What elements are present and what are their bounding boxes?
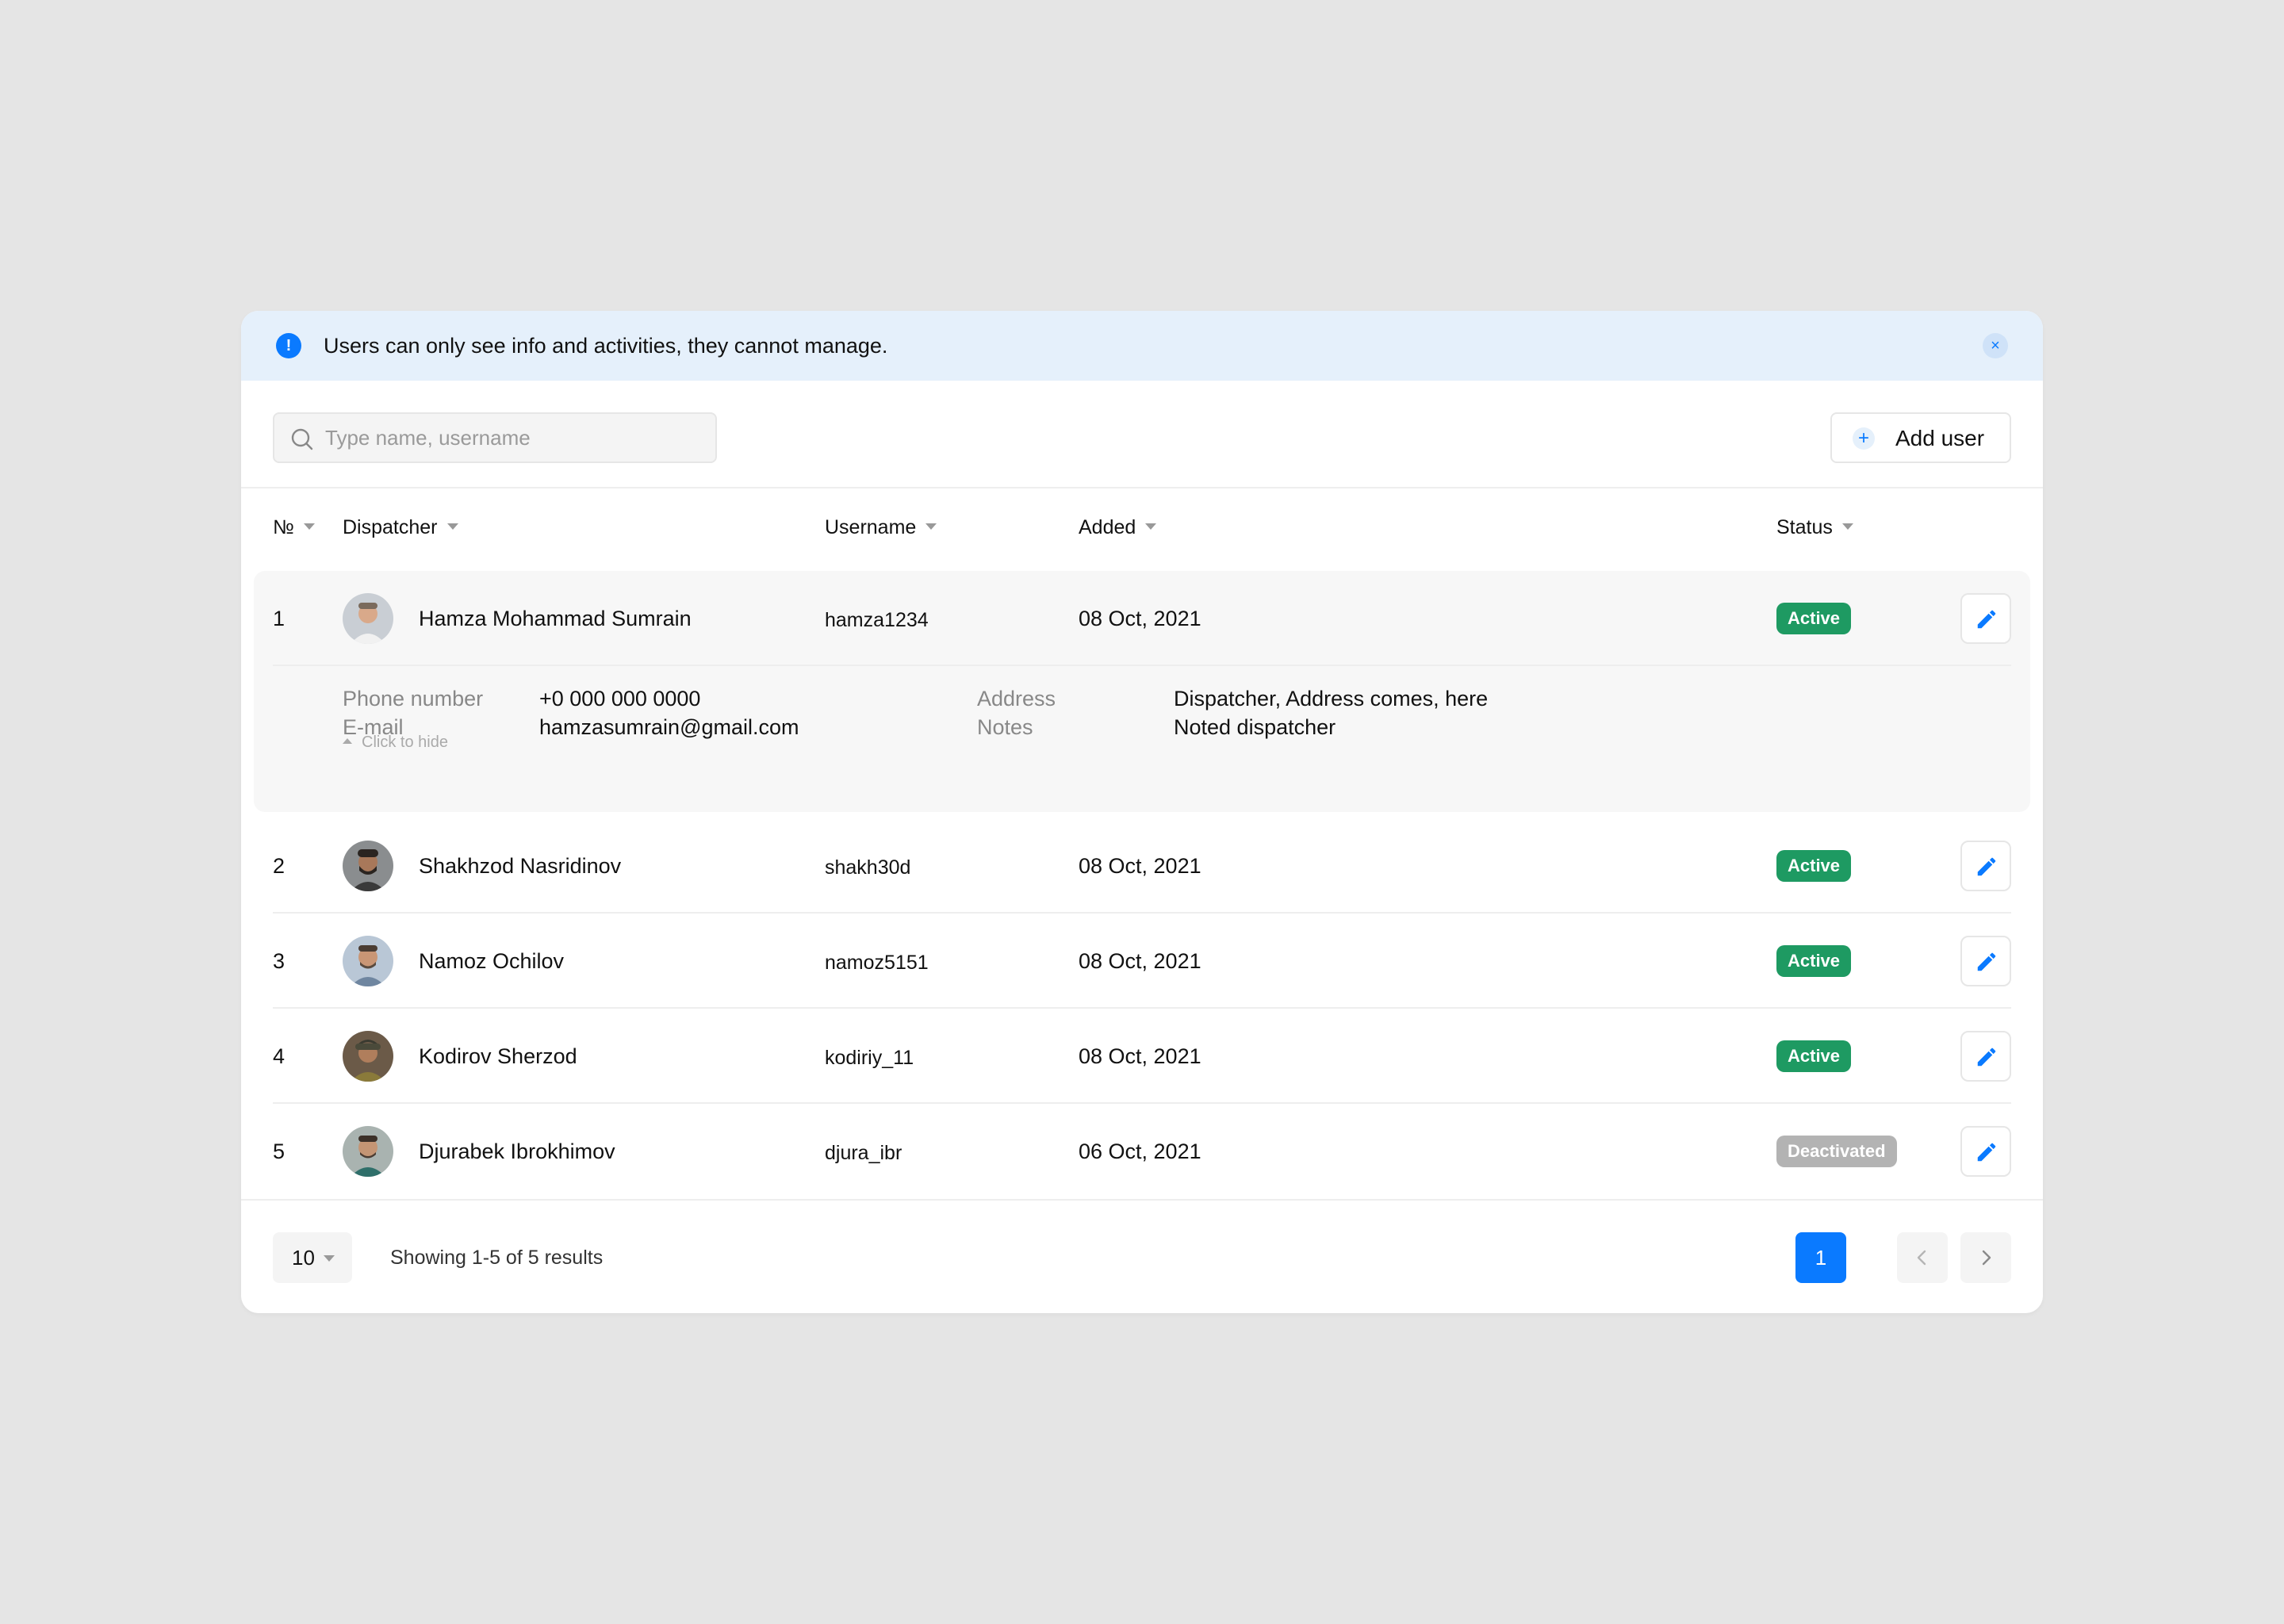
info-icon: ! — [276, 333, 301, 358]
header-status[interactable]: Status — [1776, 515, 1853, 539]
pencil-icon — [1977, 857, 1996, 876]
caret-down-icon — [303, 523, 315, 530]
next-page-button[interactable] — [1960, 1232, 2011, 1283]
close-icon[interactable]: × — [1983, 333, 2008, 358]
info-banner: ! Users can only see info and activities… — [241, 311, 2043, 381]
edit-button[interactable] — [1960, 936, 2011, 986]
dispatcher-name: Djurabek Ibrokhimov — [419, 1139, 615, 1163]
avatar — [343, 1126, 393, 1177]
edit-button[interactable] — [1960, 1031, 2011, 1082]
email-value: hamzasumrain@gmail.com — [539, 715, 799, 739]
table-header: № Dispatcher Username Added Status — [241, 488, 2043, 565]
username: djura_ibr — [825, 1142, 902, 1164]
username: namoz5151 — [825, 952, 929, 974]
page-button-current[interactable]: 1 — [1795, 1232, 1846, 1283]
edit-button[interactable] — [1960, 841, 2011, 891]
caret-down-icon — [925, 523, 937, 530]
notes-value: Noted dispatcher — [1174, 715, 1336, 739]
table-row[interactable]: 3 Namoz Ochilov namoz5151 08 Oct, 2021 A… — [241, 914, 2043, 1009]
dispatcher-name: Shakhzod Nasridinov — [419, 854, 622, 878]
search-box[interactable] — [273, 412, 717, 463]
row-details: Phone number +0 000 000 0000 E-mail hamz… — [241, 666, 2043, 812]
header-added[interactable]: Added — [1079, 515, 1157, 539]
status-badge: Active — [1776, 945, 1852, 977]
row-number: 1 — [273, 607, 286, 630]
results-summary: Showing 1-5 of 5 results — [390, 1247, 604, 1269]
click-to-hide-link[interactable]: Click to hide — [343, 733, 448, 752]
username: kodiriy_11 — [825, 1047, 914, 1069]
phone-value: +0 000 000 0000 — [539, 687, 701, 710]
table-row[interactable]: 5 Djurabek Ibrokhimov djura_ibr 06 Oct, … — [241, 1104, 2043, 1199]
added-date: 08 Oct, 2021 — [1079, 1044, 1201, 1068]
chevron-left-icon — [1917, 1250, 1926, 1266]
banner-message: Users can only see info and activities, … — [324, 334, 888, 358]
pencil-icon — [1977, 610, 1996, 629]
address-value: Dispatcher, Address comes, here — [1174, 687, 1489, 710]
added-date: 08 Oct, 2021 — [1079, 607, 1201, 630]
pencil-icon — [1977, 952, 1996, 971]
plus-icon: + — [1853, 427, 1875, 450]
avatar — [343, 593, 393, 644]
per-page-value: 10 — [292, 1246, 315, 1270]
search-icon — [291, 428, 313, 450]
chevron-right-icon — [1982, 1250, 1991, 1266]
toolbar: + Add user — [241, 381, 2043, 488]
status-badge: Active — [1776, 850, 1852, 882]
header-number[interactable]: № — [273, 515, 315, 539]
dispatcher-name: Hamza Mohammad Sumrain — [419, 607, 692, 630]
notes-label: Notes — [977, 715, 1033, 739]
prev-page-button[interactable] — [1897, 1232, 1948, 1283]
status-badge: Deactivated — [1776, 1136, 1897, 1167]
row-number: 2 — [273, 854, 286, 878]
added-date: 08 Oct, 2021 — [1079, 854, 1201, 878]
edit-button[interactable] — [1960, 593, 2011, 644]
username: hamza1234 — [825, 609, 929, 631]
edit-button[interactable] — [1960, 1126, 2011, 1177]
dispatcher-name: Kodirov Sherzod — [419, 1044, 577, 1068]
dispatcher-name: Namoz Ochilov — [419, 949, 565, 973]
caret-down-icon — [324, 1255, 335, 1262]
status-badge: Active — [1776, 1040, 1852, 1072]
avatar — [343, 1031, 393, 1082]
caret-down-icon — [1145, 523, 1157, 530]
header-dispatcher[interactable]: Dispatcher — [343, 515, 458, 539]
row-number: 3 — [273, 949, 286, 973]
add-user-label: Add user — [1895, 426, 1985, 450]
pagination-footer: 10 Showing 1-5 of 5 results 1 — [241, 1199, 2043, 1313]
header-username[interactable]: Username — [825, 515, 937, 539]
row-number: 4 — [273, 1044, 286, 1068]
status-badge: Active — [1776, 603, 1852, 634]
pencil-icon — [1977, 1143, 1996, 1162]
table-row[interactable]: 2 Shakhzod Nasridinov shakh30d 08 Oct, 2… — [241, 818, 2043, 914]
added-date: 08 Oct, 2021 — [1079, 949, 1201, 973]
table-row[interactable]: 1 Hamza Mohammad Sumrain hamza1234 08 Oc… — [241, 571, 2043, 666]
users-card: ! Users can only see info and activities… — [241, 311, 2043, 1313]
table-row[interactable]: 4 Kodirov Sherzod kodiriy_11 08 Oct, 202… — [241, 1009, 2043, 1104]
address-label: Address — [977, 687, 1056, 710]
added-date: 06 Oct, 2021 — [1079, 1139, 1201, 1163]
phone-label: Phone number — [343, 687, 484, 710]
username: shakh30d — [825, 856, 911, 879]
caret-up-icon — [343, 738, 352, 745]
avatar — [343, 936, 393, 986]
avatar — [343, 841, 393, 891]
caret-down-icon — [1841, 523, 1853, 530]
search-input[interactable] — [325, 414, 706, 462]
caret-down-icon — [446, 523, 458, 530]
per-page-select[interactable]: 10 — [273, 1232, 352, 1283]
row-number: 5 — [273, 1139, 286, 1163]
add-user-button[interactable]: + Add user — [1830, 412, 2011, 463]
pencil-icon — [1977, 1048, 1996, 1067]
